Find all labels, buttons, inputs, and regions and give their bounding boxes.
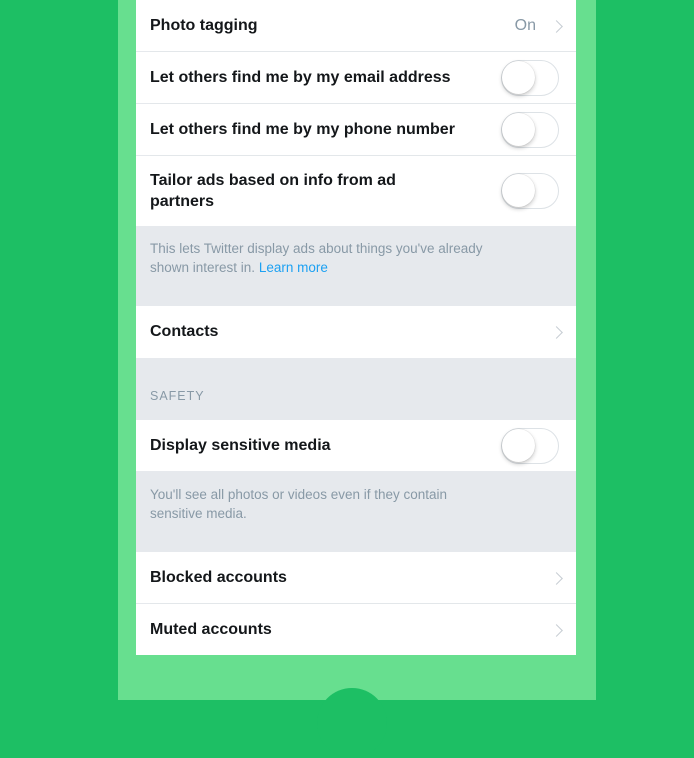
- chevron-right-icon: [550, 326, 563, 339]
- photo-tagging-value: On: [514, 17, 536, 34]
- toggle-knob: [502, 174, 535, 207]
- find-by-email-row: Let others find me by my email address: [136, 52, 576, 103]
- chevron-right-icon: [550, 624, 563, 637]
- contacts-label: Contacts: [150, 323, 219, 340]
- safety-section-header: SAFETY: [150, 389, 205, 403]
- learn-more-link[interactable]: Learn more: [259, 260, 328, 275]
- find-by-phone-label: Let others find me by my phone number: [150, 121, 455, 138]
- find-by-email-label: Let others find me by my email address: [150, 69, 451, 86]
- sensitive-note-line1: You'll see all photos or videos even if …: [150, 487, 448, 502]
- tailor-ads-label-line1: Tailor ads based on info from ad: [150, 172, 396, 189]
- home-button[interactable]: [317, 688, 387, 758]
- muted-accounts-row[interactable]: Muted accounts: [136, 604, 576, 655]
- tailor-ads-label-line2: partners: [150, 193, 215, 210]
- blocked-accounts-row[interactable]: Blocked accounts: [136, 552, 576, 603]
- toggle-knob: [502, 61, 535, 94]
- toggle-knob: [502, 429, 535, 462]
- chevron-right-icon: [550, 572, 563, 585]
- display-sensitive-label: Display sensitive media: [150, 437, 331, 454]
- sensitive-note-line2: sensitive media.: [150, 506, 247, 521]
- ads-note-line2: shown interest in.: [150, 260, 256, 275]
- tailor-ads-toggle[interactable]: [501, 173, 559, 209]
- muted-accounts-label: Muted accounts: [150, 621, 272, 638]
- photo-tagging-label: Photo tagging: [150, 17, 258, 34]
- find-by-phone-row: Let others find me by my phone number: [136, 104, 576, 155]
- blocked-accounts-label: Blocked accounts: [150, 569, 287, 586]
- toggle-knob: [502, 113, 535, 146]
- chevron-right-icon: [550, 20, 563, 33]
- find-by-email-toggle[interactable]: [501, 60, 559, 96]
- photo-tagging-row[interactable]: Photo tagging On: [136, 0, 576, 51]
- ads-note: This lets Twitter display ads about thin…: [150, 239, 560, 277]
- display-sensitive-toggle[interactable]: [501, 428, 559, 464]
- display-sensitive-row: Display sensitive media: [136, 420, 576, 471]
- find-by-phone-toggle[interactable]: [501, 112, 559, 148]
- tailor-ads-row: Tailor ads based on info from ad partner…: [136, 156, 576, 226]
- sensitive-note: You'll see all photos or videos even if …: [150, 485, 560, 523]
- settings-screen: Photo tagging On Let others find me by m…: [136, 0, 576, 655]
- ads-note-line1: This lets Twitter display ads about thin…: [150, 241, 483, 256]
- contacts-row[interactable]: Contacts: [136, 306, 576, 358]
